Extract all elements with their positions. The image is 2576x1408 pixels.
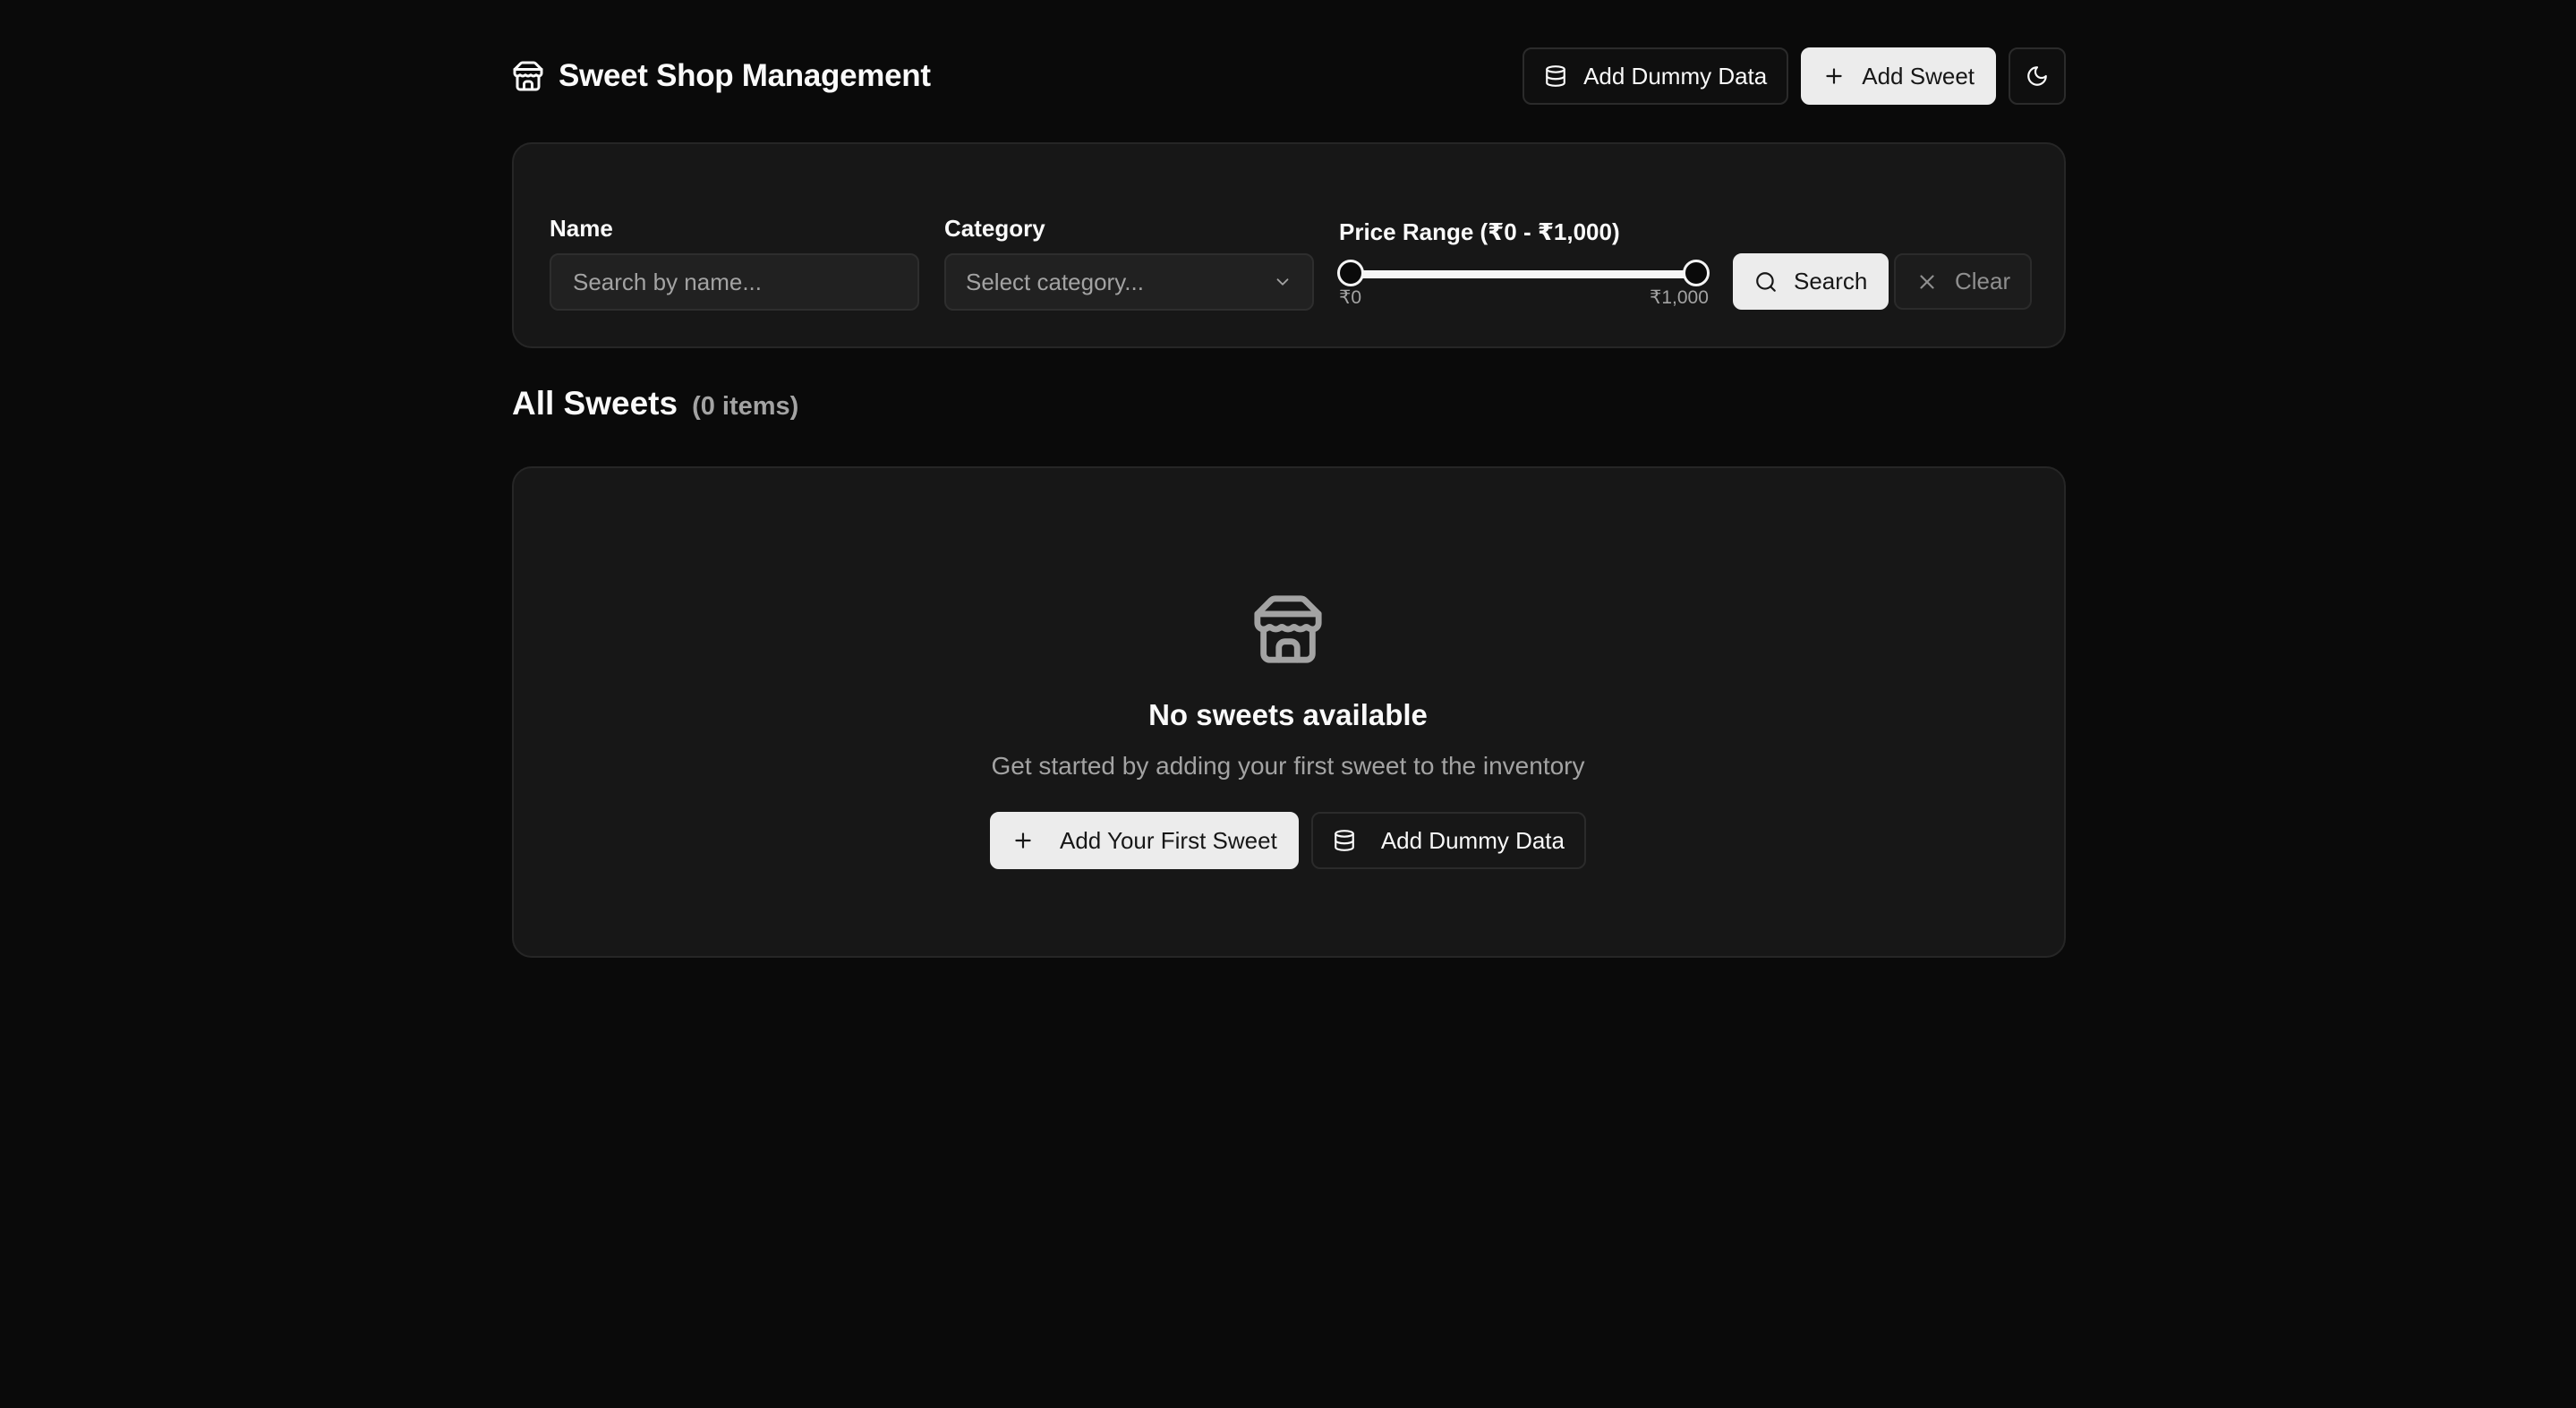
add-dummy-data-label: Add Dummy Data: [1583, 62, 1768, 90]
name-input[interactable]: [571, 267, 898, 297]
list-heading: All Sweets (0 items): [512, 385, 798, 422]
price-range-label-wrap: Price Range (₹0 - ₹1,000): [1339, 218, 1620, 246]
price-max-tick: ₹1,000: [1650, 287, 1709, 308]
price-min-tick: ₹0: [1339, 287, 1362, 308]
database-icon: [1333, 829, 1356, 852]
moon-icon: [2026, 64, 2049, 88]
clear-label: Clear: [1955, 268, 2011, 294]
store-icon: [512, 60, 544, 92]
price-range-label: Price Range (₹0 - ₹1,000): [1339, 218, 1620, 245]
add-sweet-label: Add Sweet: [1862, 62, 1975, 90]
database-icon: [1544, 64, 1567, 88]
name-field-label: Name: [550, 215, 613, 243]
category-field-label: Category: [944, 215, 1045, 243]
price-max-handle[interactable]: [1683, 260, 1710, 286]
empty-state-actions: Add Your First Sweet Add Dummy Data: [0, 812, 2576, 869]
empty-add-dummy-data-button[interactable]: Add Dummy Data: [1310, 812, 1586, 869]
search-button[interactable]: Search: [1733, 253, 1889, 310]
clear-button[interactable]: Clear: [1894, 253, 2033, 310]
empty-add-dummy-data-label: Add Dummy Data: [1380, 826, 1565, 854]
empty-state-title: No sweets available: [1148, 698, 1428, 731]
category-label: Category: [944, 215, 1045, 242]
add-first-sweet-button[interactable]: Add Your First Sweet: [990, 812, 1299, 869]
app-header: Sweet Shop Management Add Dummy Data Add…: [512, 47, 2066, 106]
empty-state-description: Get started by adding your first sweet t…: [991, 752, 1585, 780]
category-select[interactable]: Select category...: [944, 253, 1314, 311]
theme-toggle-button[interactable]: [2009, 47, 2066, 105]
filter-card: [512, 142, 2066, 348]
item-count: (0 items): [692, 392, 799, 421]
add-first-sweet-label: Add Your First Sweet: [1060, 826, 1277, 854]
add-dummy-data-button[interactable]: Add Dummy Data: [1523, 47, 1789, 105]
name-search-input[interactable]: [550, 253, 919, 311]
price-range-slider[interactable]: [1351, 270, 1696, 278]
close-icon: [1915, 270, 1939, 294]
price-min-handle[interactable]: [1337, 260, 1364, 286]
add-sweet-button[interactable]: Add Sweet: [1801, 47, 1996, 105]
search-label: Search: [1794, 268, 1868, 294]
list-title: All Sweets: [512, 385, 678, 422]
page-title: Sweet Shop Management: [559, 58, 931, 93]
chevron-down-icon: [1273, 272, 1292, 292]
category-placeholder: Select category...: [966, 268, 1144, 295]
brand: Sweet Shop Management: [512, 58, 931, 94]
name-label: Name: [550, 215, 613, 242]
header-actions: Add Dummy Data Add Sweet: [1523, 47, 2066, 105]
plus-icon: [1822, 64, 1846, 88]
plus-icon: [1011, 829, 1035, 852]
store-icon: [1251, 593, 1325, 666]
search-icon: [1754, 270, 1778, 294]
